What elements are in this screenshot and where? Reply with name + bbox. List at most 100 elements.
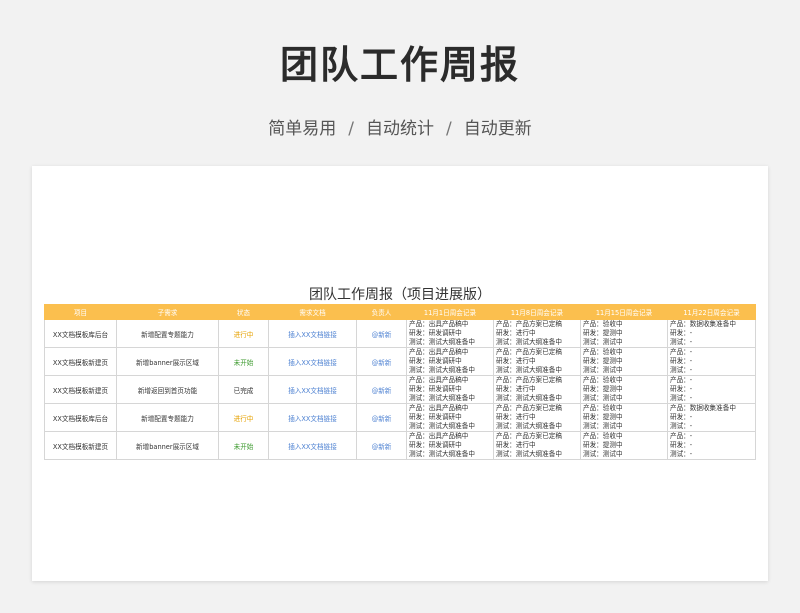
status-badge-cell: 进行中 bbox=[218, 319, 269, 348]
status-badge: 未开始 bbox=[233, 358, 254, 367]
doc-link[interactable]: 插入XX文档链接 bbox=[288, 359, 337, 367]
owner-mention[interactable]: @新新 bbox=[372, 331, 392, 339]
project-cell-cell: XX文档模板库后台 bbox=[44, 319, 117, 348]
column-header: 状态 bbox=[218, 304, 269, 320]
meeting-note-line: 研发：- bbox=[670, 329, 693, 337]
meeting-note-line: 产品：- bbox=[670, 432, 693, 441]
project-cell-cell: XX文档模板新建页 bbox=[44, 431, 117, 460]
status-badge-cell: 已完成 bbox=[218, 375, 269, 404]
meeting-note-cell: 产品：产品方案已定稿 研发：进行中 测试：测试大纲准备中 bbox=[493, 431, 581, 460]
meeting-note-cell: 产品：出具产品稿中 研发：研发调研中 测试：测试大纲准备中 bbox=[406, 347, 494, 376]
meeting-note-line: 测试：- bbox=[670, 450, 693, 458]
meeting-note-line: 产品：出具产品稿中 bbox=[409, 376, 469, 385]
meeting-note-cell: 产品：验收中 研发：提测中 测试：测试中 bbox=[580, 431, 668, 460]
meeting-note-line: 测试：测试大纲准备中 bbox=[496, 338, 562, 346]
sub-requirement-cell-cell: 新增banner展示区域 bbox=[116, 431, 219, 460]
column-header: 需求文档 bbox=[268, 304, 357, 320]
owner-mention[interactable]: @新新 bbox=[372, 415, 392, 423]
status-badge-cell: 进行中 bbox=[218, 403, 269, 432]
meeting-note-line: 测试：测试中 bbox=[583, 338, 623, 346]
meeting-note-line: 研发：进行中 bbox=[496, 385, 536, 393]
sub-requirement-cell: 新增返回到首页功能 bbox=[137, 386, 198, 395]
meeting-note-line: 研发：提测中 bbox=[583, 413, 623, 421]
tag-separator: / bbox=[348, 119, 354, 139]
doc-link[interactable]: 插入XX文档链接 bbox=[288, 387, 337, 395]
meeting-note-line: 测试：测试中 bbox=[583, 394, 623, 402]
owner-mention[interactable]: @新新 bbox=[372, 387, 392, 395]
meeting-note-cell: 产品：出具产品稿中 研发：研发调研中 测试：测试大纲准备中 bbox=[406, 375, 494, 404]
meeting-note-line: 产品：产品方案已定稿 bbox=[496, 320, 562, 329]
meeting-note-line: 产品：- bbox=[670, 348, 693, 357]
meeting-note-line: 测试：测试大纲准备中 bbox=[496, 422, 562, 430]
meeting-note-line: 测试：测试中 bbox=[583, 422, 623, 430]
sub-requirement-cell-cell: 新增返回到首页功能 bbox=[116, 375, 219, 404]
meeting-note-line: 研发：提测中 bbox=[583, 329, 623, 337]
project-cell-cell: XX文档模板库后台 bbox=[44, 403, 117, 432]
meeting-note-line: 研发：- bbox=[670, 357, 693, 365]
meeting-note-line: 研发：研发调研中 bbox=[409, 441, 462, 449]
meeting-note-line: 研发：研发调研中 bbox=[409, 385, 462, 393]
meeting-note-line: 测试：测试大纲准备中 bbox=[409, 338, 475, 346]
project-cell-cell: XX文档模板新建页 bbox=[44, 347, 117, 376]
doc-link[interactable]: 插入XX文档链接 bbox=[288, 415, 337, 423]
owner-mention[interactable]: @新新 bbox=[372, 443, 392, 451]
meeting-note-cell: 产品：- 研发：- 测试：- bbox=[667, 431, 756, 460]
meeting-note-cell: 产品：- 研发：- 测试：- bbox=[667, 347, 756, 376]
meeting-note-line: 测试：测试大纲准备中 bbox=[496, 450, 562, 458]
meeting-note-line: 研发：提测中 bbox=[583, 441, 623, 449]
project-cell: XX文档模板新建页 bbox=[52, 442, 109, 451]
meeting-note-line: 产品：数据收集准备中 bbox=[670, 320, 736, 329]
meeting-note-cell: 产品：验收中 研发：提测中 测试：测试中 bbox=[580, 403, 668, 432]
meeting-note-line: 研发：- bbox=[670, 385, 693, 393]
sub-requirement-cell: 新增配置专题能力 bbox=[141, 414, 194, 423]
meeting-note-line: 测试：测试大纲准备中 bbox=[496, 366, 562, 374]
meeting-note-cell: 产品：出具产品稿中 研发：研发调研中 测试：测试大纲准备中 bbox=[406, 319, 494, 348]
project-cell: XX文档模板库后台 bbox=[52, 414, 109, 423]
meeting-note-cell: 产品：验收中 研发：提测中 测试：测试中 bbox=[580, 319, 668, 348]
sub-requirement-cell-cell: 新增banner展示区域 bbox=[116, 347, 219, 376]
meeting-note-line: 产品：验收中 bbox=[583, 320, 623, 329]
meeting-note-line: 测试：测试中 bbox=[583, 366, 623, 374]
column-header: 子需求 bbox=[116, 304, 219, 320]
sub-requirement-cell: 新增配置专题能力 bbox=[141, 330, 194, 339]
meeting-note-cell: 产品：数据收集准备中 研发：- 测试：- bbox=[667, 403, 756, 432]
meeting-note-line: 测试：测试大纲准备中 bbox=[409, 450, 475, 458]
table-row: XX文档模板库后台 新增配置专题能力 进行中 插入XX文档链接 @新新 产品：出具产品稿中… bbox=[44, 403, 756, 432]
sub-requirement-cell: 新增banner展示区域 bbox=[136, 358, 199, 367]
meeting-note-cell: 产品：数据收集准备中 研发：- 测试：- bbox=[667, 319, 756, 348]
weekly-report-table: 项目 子需求 状态 需求文档 负责人 11月1日周会记录 11月8日周会记录 1… bbox=[44, 304, 756, 460]
meeting-note-line: 产品：- bbox=[670, 376, 693, 385]
meeting-note-line: 研发：- bbox=[670, 441, 693, 449]
table-row: XX文档模板新建页 新增banner展示区域 未开始 插入XX文档链接 @新新 产品：出具… bbox=[44, 431, 756, 460]
status-badge: 进行中 bbox=[233, 330, 254, 339]
doc-link-cell: 插入XX文档链接 bbox=[268, 319, 357, 348]
column-header: 11月1日周会记录 bbox=[406, 304, 494, 320]
meeting-note-line: 测试：- bbox=[670, 394, 693, 402]
meeting-note-line: 研发：进行中 bbox=[496, 441, 536, 449]
project-cell: XX文档模板新建页 bbox=[52, 358, 109, 367]
meeting-note-cell: 产品：出具产品稿中 研发：研发调研中 测试：测试大纲准备中 bbox=[406, 403, 494, 432]
table-row: XX文档模板新建页 新增返回到首页功能 已完成 插入XX文档链接 @新新 产品：出具产品稿… bbox=[44, 375, 756, 404]
owner-mention[interactable]: @新新 bbox=[372, 359, 392, 367]
status-badge-cell: 未开始 bbox=[218, 431, 269, 460]
project-cell: XX文档模板库后台 bbox=[52, 330, 109, 339]
tag-auto-update: 自动更新 bbox=[463, 119, 532, 139]
meeting-note-line: 产品：验收中 bbox=[583, 432, 623, 441]
status-badge: 进行中 bbox=[233, 414, 254, 423]
meeting-note-line: 测试：测试大纲准备中 bbox=[409, 422, 475, 430]
meeting-note-line: 产品：出具产品稿中 bbox=[409, 348, 469, 357]
doc-link-cell: 插入XX文档链接 bbox=[268, 431, 357, 460]
doc-link[interactable]: 插入XX文档链接 bbox=[288, 443, 337, 451]
meeting-note-line: 产品：产品方案已定稿 bbox=[496, 376, 562, 385]
meeting-note-line: 测试：- bbox=[670, 366, 693, 374]
meeting-note-line: 研发：研发调研中 bbox=[409, 329, 462, 337]
meeting-note-line: 研发：提测中 bbox=[583, 357, 623, 365]
meeting-note-line: 产品：出具产品稿中 bbox=[409, 320, 469, 329]
sheet-title: 团队工作周报（项目进展版） bbox=[309, 287, 491, 303]
doc-link[interactable]: 插入XX文档链接 bbox=[288, 331, 337, 339]
doc-link-cell: 插入XX文档链接 bbox=[268, 375, 357, 404]
table-row: XX文档模板库后台 新增配置专题能力 进行中 插入XX文档链接 @新新 产品：出具产品稿中… bbox=[44, 319, 756, 348]
meeting-note-line: 产品：出具产品稿中 bbox=[409, 404, 469, 413]
doc-link-cell: 插入XX文档链接 bbox=[268, 347, 357, 376]
owner-mention-cell: @新新 bbox=[356, 431, 407, 460]
